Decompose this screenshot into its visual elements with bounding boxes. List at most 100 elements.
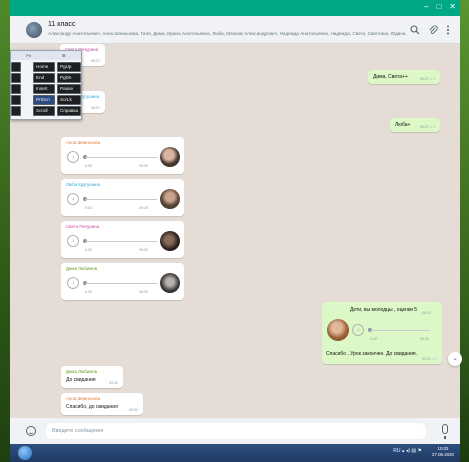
group-title[interactable]: 11 класс — [48, 21, 75, 28]
voice-message[interactable]: Света Печурина ↓ 0:03 09:30 — [61, 221, 184, 258]
message-text: До свидания — [66, 377, 96, 383]
message-outgoing-group[interactable]: Дети, вы молодцы , оценки 5 09:31 ↓ 0:12… — [322, 302, 442, 364]
download-icon[interactable]: ↓ — [67, 277, 79, 289]
volume-icon[interactable]: ◂) — [406, 448, 410, 454]
message-time: 09:31 — [420, 337, 429, 341]
language-indicator[interactable]: RU — [393, 448, 400, 454]
message-text: Спасибо, до свидания — [66, 404, 118, 410]
search-icon[interactable] — [410, 25, 420, 38]
voice-duration: 0:04 — [85, 206, 92, 210]
voice-message[interactable]: Дима Любимов ↓ 0:04 09:30 — [61, 263, 184, 300]
emoji-icon[interactable] — [26, 426, 36, 436]
download-icon[interactable]: ↓ — [352, 324, 364, 336]
key-prtscn[interactable]: PrtScn — [33, 95, 55, 105]
message-sender: Дима Любимов — [66, 266, 98, 271]
download-icon[interactable]: ↓ — [67, 235, 79, 247]
key-pause[interactable]: Pause — [57, 84, 81, 94]
read-receipt-icon: ✓✓ — [429, 125, 436, 129]
message-incoming[interactable]: Анна Шпинькова Спасибо, до свидания 09:3… — [61, 393, 143, 415]
chat-header[interactable]: 11 класс Александр Анатольевич, Анна Шпи… — [10, 16, 460, 44]
message-sender: Люба Кругушина — [66, 182, 101, 187]
message-time: 09:27 — [91, 106, 100, 110]
key-insert[interactable]: Insert — [33, 84, 55, 94]
more-vertical-icon[interactable] — [446, 25, 450, 38]
keyboard-title-bar[interactable]: Fn ☰ — [11, 51, 81, 60]
key-pgup[interactable]: PgUp — [57, 62, 81, 72]
voice-progress-track[interactable] — [85, 199, 157, 200]
group-members: Александр Анатольевич, Анна Шпинькова, Г… — [48, 31, 408, 36]
sender-avatar — [160, 231, 180, 251]
voice-message[interactable]: Люба Кругушина ↓ 0:04 09:29 — [61, 179, 184, 216]
message-time: 09:32 — [129, 408, 138, 412]
keyboard-menu-icon[interactable]: ☰ — [62, 53, 66, 58]
message-time: 09:31 — [422, 357, 431, 361]
key-scrlk[interactable]: ScrLk — [57, 95, 81, 105]
message-outgoing[interactable]: Дима, Света++ 09:27 ✓✓ — [368, 70, 440, 84]
key-partial[interactable] — [11, 106, 21, 116]
desktop-background-right — [460, 0, 469, 462]
key-partial[interactable] — [11, 62, 21, 72]
on-screen-keyboard[interactable]: Fn ☰ Home PgUp End PgDn Insert Pause Prt… — [10, 50, 82, 120]
download-icon[interactable]: ↓ — [67, 151, 79, 163]
message-text: Спасибо , Урок закончен. До свидания. — [326, 351, 417, 357]
group-avatar[interactable] — [26, 22, 42, 38]
voice-progress-track[interactable] — [85, 283, 157, 284]
key-scroll[interactable]: Scroll — [33, 106, 55, 116]
message-incoming[interactable]: Дима Любимов До свидания 09:32 — [61, 366, 123, 388]
message-time: 09:27 — [420, 77, 429, 81]
voice-progress-track[interactable] — [85, 157, 157, 158]
download-icon[interactable]: ↓ — [67, 193, 79, 205]
message-input[interactable] — [46, 423, 426, 439]
voice-duration: 0:12 — [370, 337, 377, 341]
taskbar: RU ▴ ◂) ▤ ⚑ 10:03 27.06.2020 — [10, 444, 460, 462]
voice-progress-track[interactable] — [370, 330, 430, 331]
sender-avatar — [160, 147, 180, 167]
message-outgoing[interactable]: Люба+ 09:27 ✓✓ — [390, 118, 440, 132]
message-text: Дети, вы молодцы , оценки 5 — [350, 307, 418, 313]
clock-date: 27.06.2020 — [432, 452, 454, 457]
flag-icon[interactable]: ⚑ — [418, 448, 422, 454]
window-controls: – □ ✕ — [424, 2, 456, 11]
message-text: Дима, Света++ — [373, 74, 408, 80]
message-sender: Дима Любимов — [66, 369, 98, 374]
paperclip-icon[interactable] — [428, 25, 438, 38]
sender-avatar — [327, 319, 349, 341]
key-partial[interactable] — [11, 84, 21, 94]
key-partial[interactable] — [11, 95, 21, 105]
maximize-button[interactable]: □ — [436, 2, 441, 11]
message-text: Люба+ — [395, 122, 411, 128]
composer-bar — [10, 418, 460, 444]
desktop-background-left — [0, 0, 10, 462]
voice-duration: 0:05 — [85, 164, 92, 168]
start-button[interactable] — [18, 446, 32, 460]
message-time: 09:29 — [139, 164, 148, 168]
title-bar: – □ ✕ — [10, 0, 460, 16]
key-help[interactable]: Справка — [57, 106, 81, 116]
voice-progress-track[interactable] — [85, 241, 157, 242]
message-sender: Анна Шпинькова — [66, 140, 101, 145]
system-tray[interactable]: RU ▴ ◂) ▤ ⚑ — [393, 448, 422, 454]
voice-duration: 0:03 — [85, 248, 92, 252]
message-time: 09:30 — [139, 290, 148, 294]
microphone-icon[interactable] — [442, 424, 448, 439]
scroll-down-icon[interactable]: ⌄ — [448, 352, 462, 366]
message-time: 09:31 — [422, 311, 431, 315]
message-sender: Света Печурина — [66, 224, 100, 229]
read-receipt-icon: ✓✓ — [429, 77, 436, 81]
voice-duration: 0:04 — [85, 290, 92, 294]
message-time: 09:29 — [139, 206, 148, 210]
key-pgdn[interactable]: PgDn — [57, 73, 81, 83]
key-end[interactable]: End — [33, 73, 55, 83]
minimize-button[interactable]: – — [424, 2, 428, 11]
voice-message[interactable]: Анна Шпинькова ↓ 0:05 09:29 — [61, 137, 184, 174]
sender-avatar — [160, 189, 180, 209]
message-sender: Анна Шпинькова — [66, 396, 101, 401]
message-time: 09:30 — [139, 248, 148, 252]
key-home[interactable]: Home — [33, 62, 55, 72]
whatsapp-window: – □ ✕ 11 класс Александр Анатольевич, Ан… — [10, 0, 460, 444]
keyboard-fn-button[interactable]: Fn — [26, 53, 31, 58]
clock[interactable]: 10:03 27.06.2020 — [432, 446, 454, 458]
close-button[interactable]: ✕ — [449, 2, 456, 11]
message-time: 09:27 — [91, 59, 100, 63]
key-partial[interactable] — [11, 73, 21, 83]
